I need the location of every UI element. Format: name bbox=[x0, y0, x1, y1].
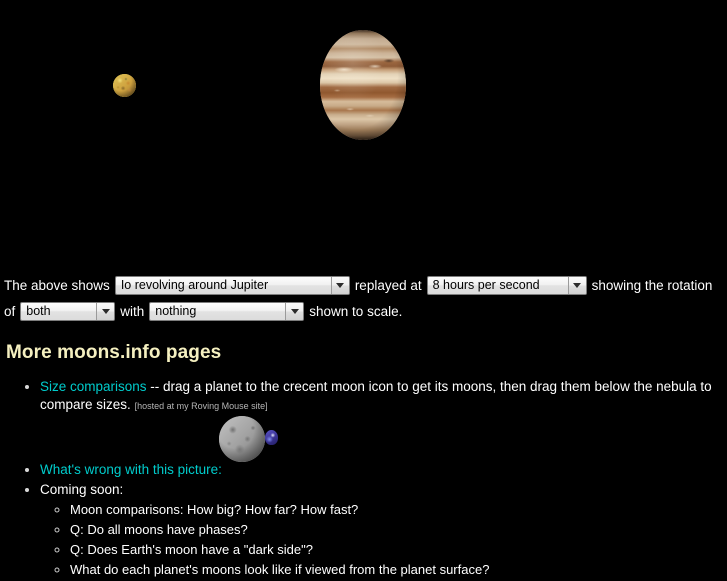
list-item-whats-wrong: What's wrong with this picture: bbox=[40, 461, 727, 479]
whats-wrong-link[interactable]: What's wrong with this picture: bbox=[40, 462, 222, 477]
size-comparisons-host-note: [hosted at my Roving Mouse site] bbox=[134, 401, 268, 411]
object-select[interactable]: Io revolving around Jupiter bbox=[114, 275, 350, 295]
io-moon bbox=[113, 74, 136, 97]
jupiter-terminator-shading bbox=[320, 30, 406, 140]
lead-label: The above shows bbox=[4, 277, 110, 293]
list-item-coming-soon: Coming soon: Moon comparisons: How big? … bbox=[40, 481, 727, 578]
rotation-select-value: both bbox=[26, 303, 51, 318]
scale-select[interactable]: nothing bbox=[149, 301, 305, 321]
with-label: with bbox=[120, 303, 145, 319]
chevron-down-icon[interactable] bbox=[567, 276, 586, 294]
orbit-animation-stage[interactable] bbox=[0, 0, 727, 268]
list-item-size-comparisons: Size comparisons -- drag a planet to the… bbox=[40, 378, 727, 415]
speed-select-value: 8 hours per second bbox=[432, 277, 540, 292]
of-label: of bbox=[4, 303, 16, 319]
rotation-select[interactable]: both bbox=[20, 301, 116, 321]
shown-to-scale-label: shown to scale. bbox=[309, 303, 403, 319]
io-terminator-shading bbox=[113, 74, 136, 97]
jupiter-planet bbox=[320, 30, 406, 140]
speed-select[interactable]: 8 hours per second bbox=[426, 275, 587, 295]
list-item: Moon comparisons: How big? How far? How … bbox=[70, 501, 727, 518]
list-item: Q: Do all moons have phases? bbox=[70, 521, 727, 538]
chevron-down-icon[interactable] bbox=[330, 276, 349, 294]
coming-soon-list: Moon comparisons: How big? How far? How … bbox=[40, 501, 727, 578]
chevron-down-icon[interactable] bbox=[96, 302, 115, 320]
page-title: More moons.info pages bbox=[6, 342, 222, 363]
replayed-at-label: replayed at bbox=[354, 277, 422, 293]
size-comparisons-link[interactable]: Size comparisons bbox=[40, 379, 147, 394]
chevron-down-icon[interactable] bbox=[285, 302, 304, 320]
rotation-tail-label: showing the rotation bbox=[591, 277, 713, 293]
list-item: What do each planet's moons look like if… bbox=[70, 561, 727, 578]
more-pages-list: Size comparisons -- drag a planet to the… bbox=[0, 378, 727, 581]
list-item: Q: Does Earth's moon have a "dark side"? bbox=[70, 541, 727, 558]
object-select-value: Io revolving around Jupiter bbox=[120, 277, 269, 292]
scale-select-value: nothing bbox=[155, 303, 197, 318]
coming-soon-label: Coming soon: bbox=[40, 482, 124, 497]
controls-row-one: The above shows Io revolving around Jupi… bbox=[0, 272, 727, 298]
animation-controls: The above shows Io revolving around Jupi… bbox=[0, 272, 727, 324]
controls-row-two: of both with nothing shown to scale. bbox=[0, 298, 727, 324]
